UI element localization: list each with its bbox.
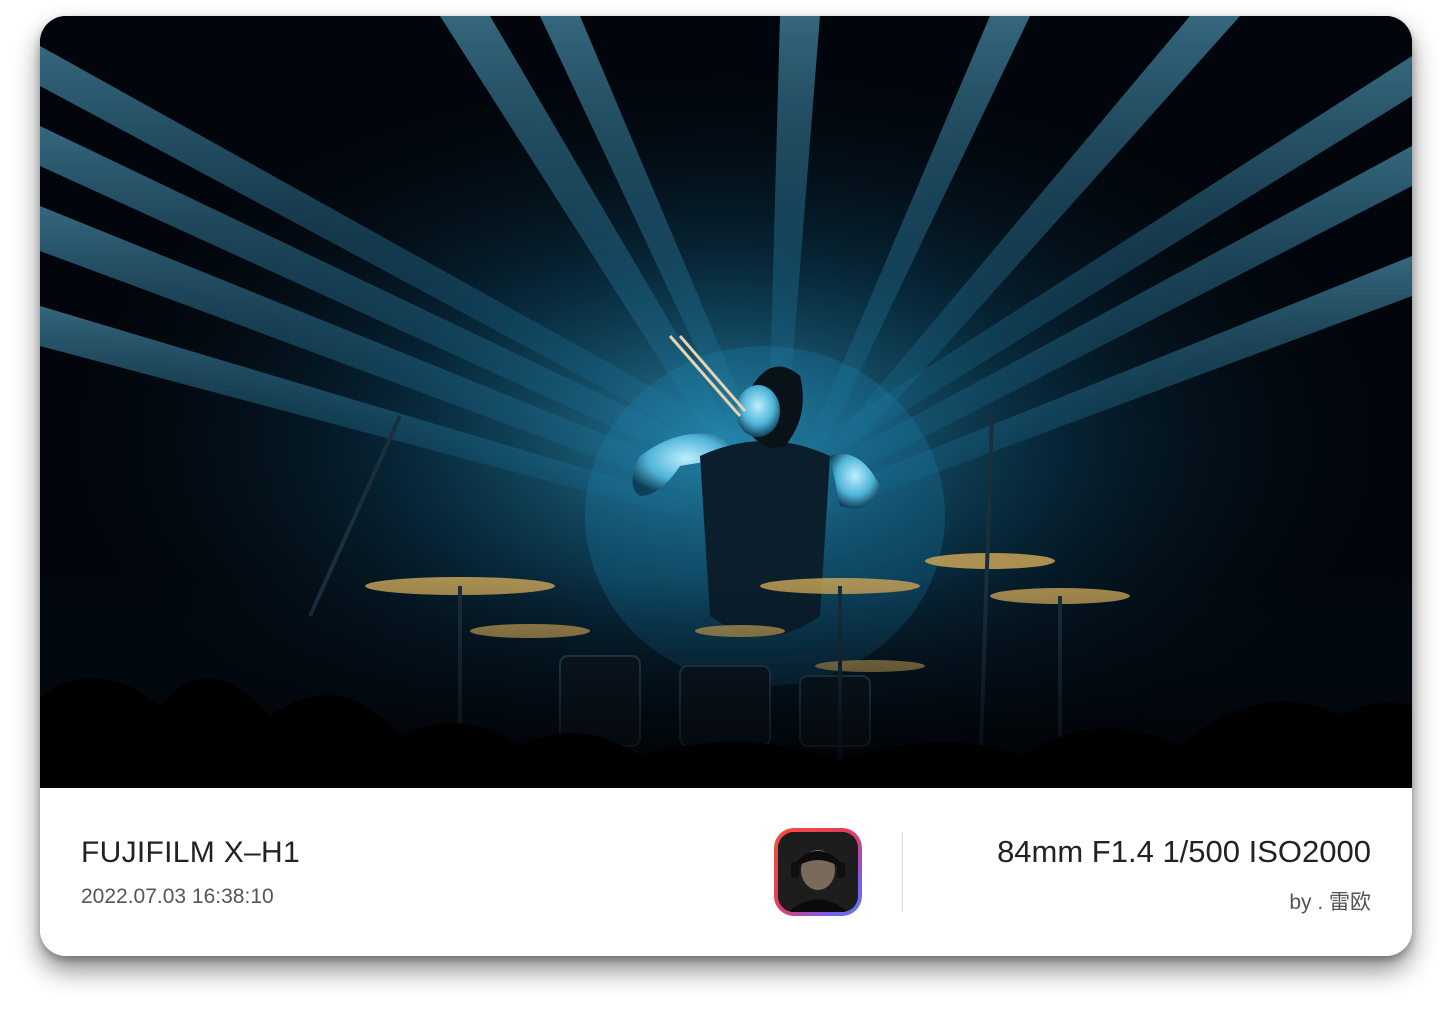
camera-model-label: FUJIFILM X–H1 <box>81 836 300 869</box>
exif-settings: 84mm F1.4 1/500 ISO2000 <box>997 834 1371 869</box>
avatar-portrait-icon <box>778 832 858 912</box>
concert-photo <box>40 16 1412 788</box>
photographer-avatar <box>774 828 862 916</box>
watermark-card-canvas: FUJIFILM X–H1 2022.07.03 16:38:10 84mm F… <box>0 0 1452 1020</box>
capture-datetime: 2022.07.03 16:38:10 <box>81 885 274 908</box>
photographer-byline: by . 雷欧 <box>1289 891 1371 914</box>
exif-info-bar: FUJIFILM X–H1 2022.07.03 16:38:10 84mm F… <box>40 788 1412 956</box>
vertical-divider <box>902 832 903 912</box>
drummer-stage-illustration <box>40 16 1412 788</box>
photo-card: FUJIFILM X–H1 2022.07.03 16:38:10 84mm F… <box>40 16 1412 956</box>
